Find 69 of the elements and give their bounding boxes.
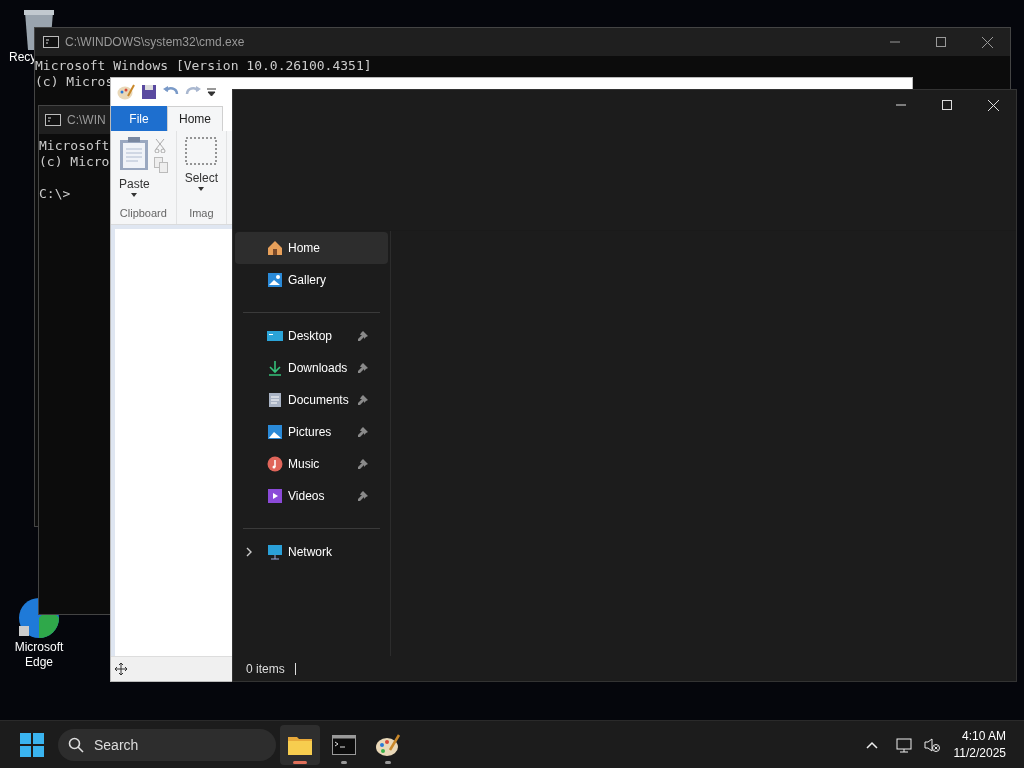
tool-button[interactable]: Paste [119, 137, 150, 197]
windows-icon [20, 732, 44, 757]
pin-icon [358, 331, 368, 341]
desktop-icon-label: Microsoft Edge [13, 640, 65, 670]
status-text: 0 items [246, 660, 285, 678]
folder-icon [288, 734, 312, 755]
nav-item[interactable]: Home [235, 232, 388, 264]
ribbon-tab[interactable]: File [111, 106, 167, 131]
nav-item[interactable]: Network [235, 536, 372, 568]
terminal-icon [332, 734, 356, 755]
move-icon [115, 663, 127, 675]
pin-icon [358, 427, 368, 437]
running-indicator [341, 760, 347, 764]
close-icon [981, 36, 993, 48]
palette-icon [375, 732, 401, 757]
chevron-up-icon[interactable] [865, 740, 878, 749]
caret-icon [131, 193, 138, 197]
clipboard-icon [119, 137, 150, 171]
close-icon [987, 99, 999, 111]
save-icon[interactable] [141, 84, 157, 100]
nav-item[interactable]: Music [235, 448, 372, 480]
console-line: Microsoft Windows [Version 10.0.26100.4351] [35, 58, 372, 74]
videos-icon [267, 488, 283, 504]
maximize-icon [942, 100, 952, 110]
pin-icon [358, 363, 368, 373]
start-button[interactable] [18, 730, 46, 759]
search-field[interactable]: Search [58, 728, 276, 761]
taskbar-app[interactable] [280, 724, 320, 765]
network-icon[interactable] [895, 736, 914, 753]
pin-icon [358, 459, 368, 469]
nav-item[interactable]: Gallery [235, 264, 388, 296]
chevron-icon[interactable] [246, 547, 252, 557]
console-line: Microsoft [39, 138, 110, 154]
group-label: Imag [189, 206, 214, 221]
music-icon [267, 456, 283, 472]
nav-item[interactable]: Desktop [235, 320, 372, 352]
clock-time: 4:10 AM [961, 727, 1006, 745]
maximize-icon [936, 37, 946, 47]
running-indicator [293, 760, 307, 764]
selection-icon [185, 137, 218, 165]
network-icon [267, 544, 283, 560]
desktop-icon [267, 328, 283, 344]
console-line: (c) Micro [39, 154, 110, 170]
window-title: C:\WIN [67, 112, 106, 129]
pin-icon [358, 491, 368, 501]
pictures-icon [267, 424, 283, 440]
caret-icon [198, 187, 205, 191]
terminal-icon [45, 114, 61, 126]
palette-icon [117, 84, 135, 100]
nav-item[interactable]: Documents [235, 384, 372, 416]
clock-date: 11/2/2025 [953, 744, 1006, 762]
nav-item[interactable]: Videos [235, 480, 372, 512]
home-icon [267, 240, 283, 256]
running-indicator [385, 760, 391, 764]
window-title: C:\WINDOWS\system32\cmd.exe [65, 34, 246, 51]
downloads-icon [267, 360, 283, 376]
pin-icon [358, 395, 368, 405]
gallery-icon [267, 272, 283, 288]
console-prompt: C:\> [39, 186, 71, 202]
dropdown-icon[interactable] [207, 87, 216, 97]
documents-icon [267, 392, 283, 408]
search-icon [68, 736, 84, 753]
ribbon-tab[interactable]: Home [167, 106, 223, 131]
terminal-icon [43, 36, 59, 48]
group-label: Clipboard [119, 206, 167, 221]
tool-button[interactable]: Select [184, 137, 219, 191]
nav-item[interactable]: Pictures [235, 416, 372, 448]
nav-item[interactable]: Downloads [235, 352, 372, 384]
muted-speaker-icon[interactable] [923, 736, 940, 753]
